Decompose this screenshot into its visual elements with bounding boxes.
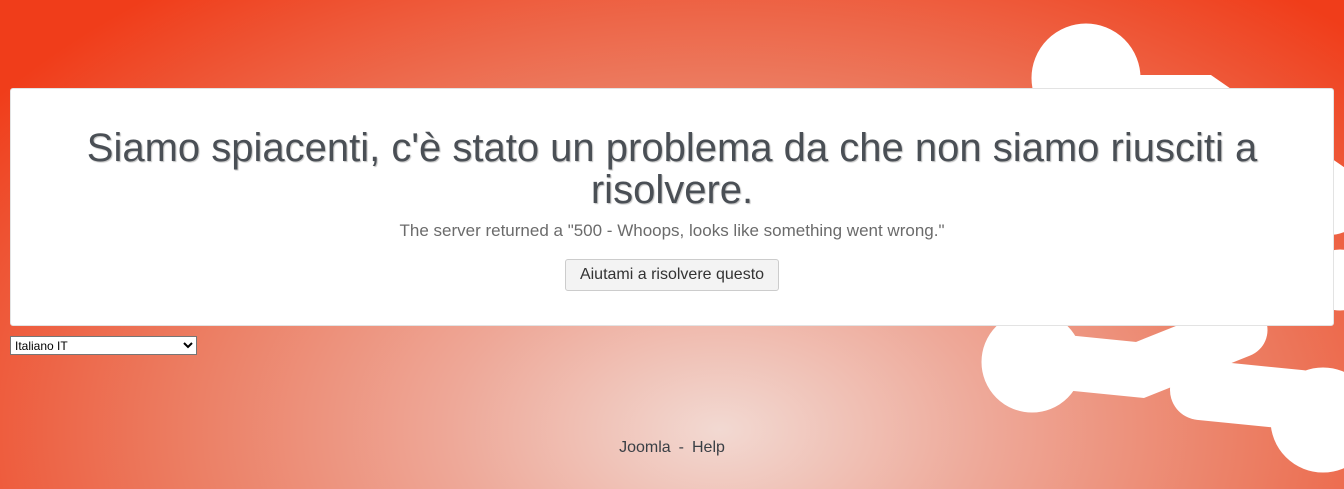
error-title: Siamo spiacenti, c'è stato un problema d… — [86, 126, 1258, 212]
joomla-link[interactable]: Joomla — [619, 439, 671, 456]
help-link[interactable]: Help — [692, 439, 725, 456]
footer-separator: - — [678, 439, 684, 456]
error-message: The server returned a "500 - Whoops, loo… — [399, 221, 945, 240]
error-card: Siamo spiacenti, c'è stato un problema d… — [10, 88, 1334, 326]
language-select[interactable]: Italiano IT — [10, 336, 197, 355]
help-button[interactable]: Aiutami a risolvere questo — [564, 259, 780, 291]
footer: Joomla - Help — [0, 439, 1344, 457]
